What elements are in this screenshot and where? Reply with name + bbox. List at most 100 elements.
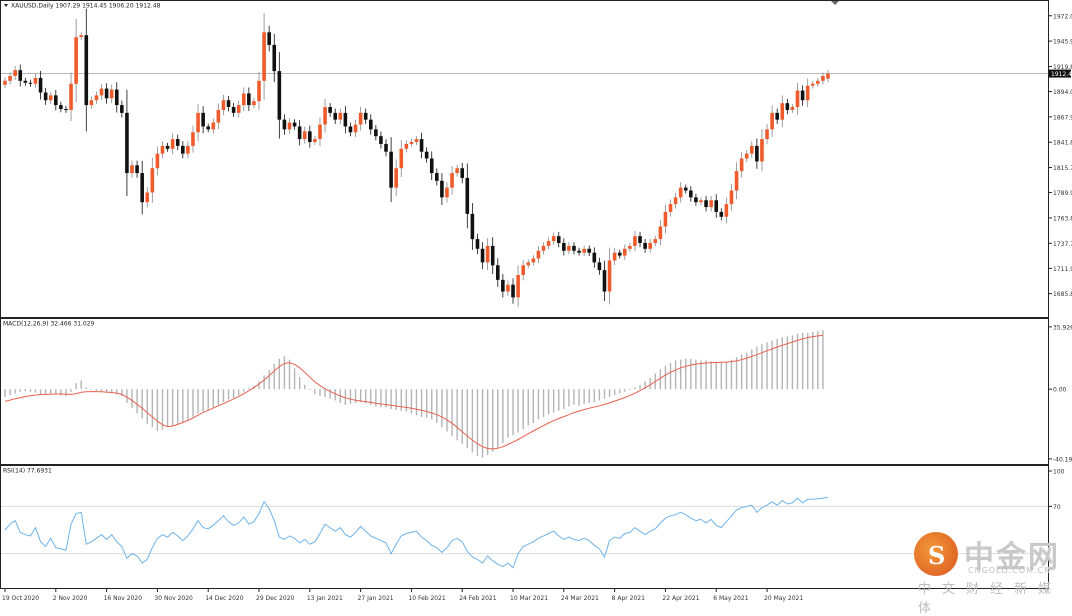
candle-bull (765, 129, 769, 140)
price-axis-label: 1894.00 (1053, 89, 1072, 96)
candle-bull (521, 265, 525, 276)
time-axis-label: 30 Nov 2020 (154, 595, 193, 602)
price-axis-label: 1711.90 (1053, 266, 1072, 273)
candle-bull (323, 107, 327, 125)
candle-bull (455, 168, 459, 174)
candle-bull (673, 197, 678, 205)
time-axis-label: 14 Dec 2020 (205, 595, 244, 602)
candle-bull (795, 90, 800, 108)
candle-bull (485, 245, 490, 263)
rsi-axis-label: 100 (1053, 469, 1065, 476)
candle-bull (607, 260, 612, 292)
candle-bear (495, 265, 500, 280)
candle-bear (638, 236, 642, 243)
time-axis-label: 2 Nov 2020 (53, 595, 88, 602)
candle-bear (374, 129, 378, 137)
time-axis-label: 24 Feb 2021 (459, 595, 497, 602)
candle-bull (790, 107, 795, 110)
candle-bear (800, 90, 805, 101)
candle-bull (658, 226, 663, 240)
candle-bear (348, 126, 353, 133)
time-axis-label: 27 Jan 2021 (358, 595, 394, 602)
symbol-menu-icon (4, 4, 8, 7)
candle-bear (435, 173, 439, 181)
candle-bear (328, 107, 332, 113)
candle-bull (546, 241, 551, 246)
candle-bear (465, 177, 470, 214)
price-axis-label: 1737.70 (1053, 241, 1072, 248)
candle-bull (633, 236, 637, 246)
candle-bull (353, 124, 358, 133)
candle-bull (3, 80, 7, 85)
candle-bull (729, 190, 734, 205)
candle-bear (247, 93, 251, 106)
candle-bull (13, 70, 17, 76)
candle-bear (84, 35, 89, 106)
candle-bear (104, 88, 109, 99)
symbol-ohlc-label: XAUUSD,Daily 1907.29 1914.45 1906.20 191… (11, 3, 161, 10)
candle-bear (384, 143, 388, 152)
candle-bear (114, 89, 119, 106)
candle-bull (69, 83, 73, 110)
candle-bear (206, 126, 211, 130)
candle-bull (622, 248, 627, 256)
candle-bear (165, 145, 170, 149)
candle-bull (567, 245, 571, 251)
candle-bull (155, 153, 160, 169)
candle-bull (150, 168, 155, 193)
time-axis-label: 8 Apr 2021 (612, 595, 645, 602)
candle-bear (267, 32, 271, 45)
candle-bear (379, 136, 383, 144)
time-axis-label: 16 Nov 2020 (104, 595, 143, 602)
price-chart[interactable]: 1972.001945.901919.801894.001867.901841.… (0, 0, 1072, 604)
candle-bull (648, 242, 652, 249)
candle-bull (186, 145, 190, 154)
candle-bull (358, 112, 363, 125)
candle-bull (551, 236, 556, 242)
candle-bull (394, 168, 398, 188)
candle-bull (287, 122, 292, 130)
candle-bull (241, 93, 246, 106)
candle-bull (221, 100, 226, 110)
candle-bull (628, 245, 632, 249)
candle-bear (643, 242, 647, 249)
candle-bear (440, 180, 444, 198)
candle-bull (734, 171, 739, 191)
candle-bear (363, 112, 368, 120)
time-axis-label: 10 Feb 2021 (408, 595, 446, 602)
time-axis-label: 20 May 2021 (764, 595, 803, 602)
candle-bull (302, 131, 307, 140)
candle-bull (653, 239, 658, 243)
candle-bear (424, 151, 429, 159)
time-axis-label: 13 Jan 2021 (307, 595, 343, 602)
candle-bear (577, 250, 581, 253)
candle-bear (562, 242, 566, 251)
candle-bull (826, 73, 830, 79)
candle-bull (744, 153, 749, 159)
time-axis-label: 19 Oct 2020 (2, 595, 39, 602)
macd-signal-line (4, 334, 823, 450)
candle-bear (28, 82, 33, 84)
rsi-panel-frame (0, 465, 1049, 589)
candle-bear (59, 105, 63, 109)
candle-bear (617, 252, 622, 256)
candle-bear (231, 107, 236, 113)
candle-bull (33, 77, 38, 84)
candle-bull (506, 284, 510, 292)
candle-bear (704, 200, 708, 208)
candle-bear (272, 44, 277, 72)
candle-bear (277, 71, 282, 120)
candle-bull (48, 95, 53, 101)
watermark-logo: S 中金网 CNGOLD.COM.CN 中文财经新媒体 (912, 528, 1062, 616)
macd-axis-label: 35.926 (1053, 324, 1072, 331)
time-axis-label: 6 May 2021 (713, 595, 748, 602)
candle-bear (120, 105, 124, 113)
candle-bull (536, 250, 541, 259)
candle-bull (99, 88, 104, 96)
candle-bull (526, 262, 531, 266)
candle-bull (94, 95, 99, 101)
candle-bear (64, 108, 68, 110)
candle-bear (135, 165, 139, 174)
candle-bull (8, 75, 12, 81)
price-axis-label: 1867.90 (1053, 114, 1072, 121)
